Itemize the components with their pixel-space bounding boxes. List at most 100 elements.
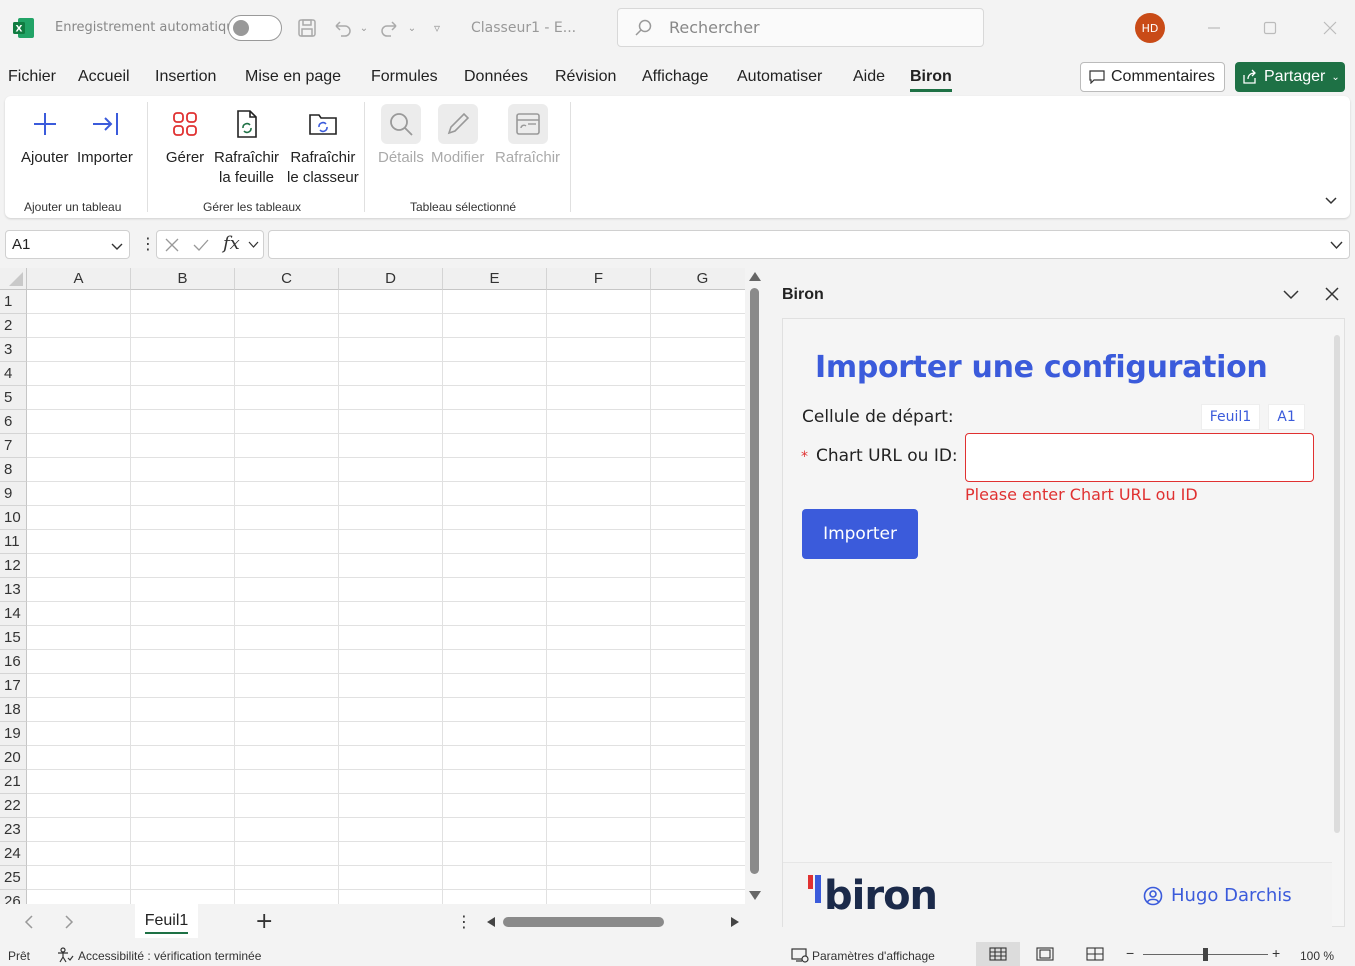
row-header[interactable]: 6 [0,410,27,434]
refresh-selected-button[interactable]: Rafraîchir [495,104,560,168]
share-button[interactable]: Partager ⌄ [1235,62,1345,92]
scroll-right-icon[interactable] [731,917,739,927]
normal-view-button[interactable] [976,942,1020,966]
share-dropdown-icon[interactable]: ⌄ [1331,72,1339,83]
check-icon[interactable] [193,238,209,252]
display-settings-label[interactable]: Paramètres d'affichage [812,949,935,963]
row-header[interactable]: 17 [0,674,27,698]
menu-automatiser[interactable]: Automatiser [737,68,822,86]
row-header[interactable]: 26 [0,890,27,904]
row-header[interactable]: 13 [0,578,27,602]
column-header[interactable]: F [547,268,651,290]
column-header[interactable]: A [27,268,131,290]
add-sheet-icon[interactable]: + [255,909,273,934]
display-settings-icon[interactable] [791,947,809,963]
function-icon[interactable]: fx [223,233,240,254]
row-header[interactable]: 2 [0,314,27,338]
import-button[interactable]: Importer [802,509,918,559]
undo-dropdown-icon[interactable]: ⌄ [352,16,376,40]
chevron-down-icon[interactable] [111,240,123,252]
row-header[interactable]: 10 [0,506,27,530]
row-header[interactable]: 7 [0,434,27,458]
chart-url-input[interactable] [965,433,1314,482]
prev-sheet-icon[interactable] [24,915,34,929]
menu-fichier[interactable]: Fichier [8,68,56,86]
row-header[interactable]: 20 [0,746,27,770]
scroll-up-icon[interactable] [749,272,761,281]
user-account[interactable]: Hugo Darchis [1143,885,1292,906]
row-header[interactable]: 12 [0,554,27,578]
row-header[interactable]: 1 [0,290,27,314]
refresh-sheet-button[interactable]: Rafraîchir la feuille [214,104,279,188]
menu-revision[interactable]: Révision [555,68,616,86]
menu-affichage[interactable]: Affichage [642,68,708,86]
customize-toolbar-icon[interactable]: ▿ [425,16,449,40]
menu-insertion[interactable]: Insertion [155,68,216,86]
row-header[interactable]: 21 [0,770,27,794]
sheet-tab-feuil1[interactable]: Feuil1 [135,904,198,938]
row-header[interactable]: 3 [0,338,27,362]
menu-formules[interactable]: Formules [371,68,438,86]
column-header[interactable]: D [339,268,443,290]
menu-accueil[interactable]: Accueil [78,68,130,86]
menu-mise-en-page[interactable]: Mise en page [245,68,341,86]
details-button[interactable]: Détails [378,104,424,168]
more-options-icon[interactable]: ⋮ [140,234,156,253]
scroll-left-icon[interactable] [487,917,495,927]
menu-aide[interactable]: Aide [853,68,885,86]
row-header[interactable]: 24 [0,842,27,866]
page-break-icon[interactable] [1086,947,1104,961]
name-box[interactable]: A1 [5,230,130,259]
page-layout-icon[interactable] [1036,947,1054,961]
autosave-toggle[interactable] [228,15,282,41]
scroll-down-icon[interactable] [749,891,761,900]
row-header[interactable]: 14 [0,602,27,626]
modify-button[interactable]: Modifier [431,104,484,168]
row-header[interactable]: 19 [0,722,27,746]
refresh-workbook-button[interactable]: Rafraîchir le classeur [287,104,359,188]
row-header[interactable]: 9 [0,482,27,506]
start-sheet-tag[interactable]: Feuil1 [1201,404,1260,430]
row-header[interactable]: 25 [0,866,27,890]
menu-biron[interactable]: Biron [910,68,952,92]
select-all-corner[interactable] [0,268,27,290]
cell-area[interactable] [27,290,745,904]
row-header[interactable]: 8 [0,458,27,482]
zoom-level[interactable]: 100 % [1300,949,1334,963]
search-box[interactable]: Rechercher [617,8,984,47]
row-header[interactable]: 22 [0,794,27,818]
cancel-icon[interactable] [165,238,179,252]
row-header[interactable]: 16 [0,650,27,674]
zoom-in-icon[interactable]: + [1272,945,1280,961]
accessibility-status[interactable]: Accessibilité : vérification terminée [78,949,261,963]
minimize-icon[interactable] [1202,16,1226,40]
close-icon[interactable] [1323,285,1341,303]
zoom-slider-handle[interactable] [1203,948,1208,961]
row-header[interactable]: 15 [0,626,27,650]
chevron-down-icon[interactable] [248,241,259,249]
vertical-scrollbar[interactable] [745,268,765,904]
spreadsheet-grid[interactable]: A B C D E F G 1 2 3 4 5 6 7 8 9 10 11 12… [0,268,745,904]
file-name[interactable]: Classeur1 - E... [471,20,576,36]
row-header[interactable]: 4 [0,362,27,386]
column-header[interactable]: C [235,268,339,290]
expand-formula-icon[interactable] [1330,240,1343,250]
horizontal-scrollbar[interactable] [483,915,743,929]
pane-scrollbar[interactable] [1334,335,1340,833]
undo-icon[interactable] [330,16,354,40]
maximize-icon[interactable] [1258,16,1282,40]
ribbon-collapse-icon[interactable] [1323,192,1339,208]
row-header[interactable]: 5 [0,386,27,410]
row-header[interactable]: 23 [0,818,27,842]
menu-donnees[interactable]: Données [464,68,528,86]
scroll-thumb[interactable] [503,917,664,927]
column-header[interactable]: B [131,268,235,290]
column-header[interactable]: E [443,268,547,290]
accessibility-icon[interactable] [56,947,74,963]
add-button[interactable]: Ajouter [21,104,69,168]
row-header[interactable]: 11 [0,530,27,554]
zoom-out-icon[interactable]: − [1126,945,1134,961]
row-header[interactable]: 18 [0,698,27,722]
start-cell-tag[interactable]: A1 [1268,404,1305,430]
scroll-thumb[interactable] [750,288,759,874]
